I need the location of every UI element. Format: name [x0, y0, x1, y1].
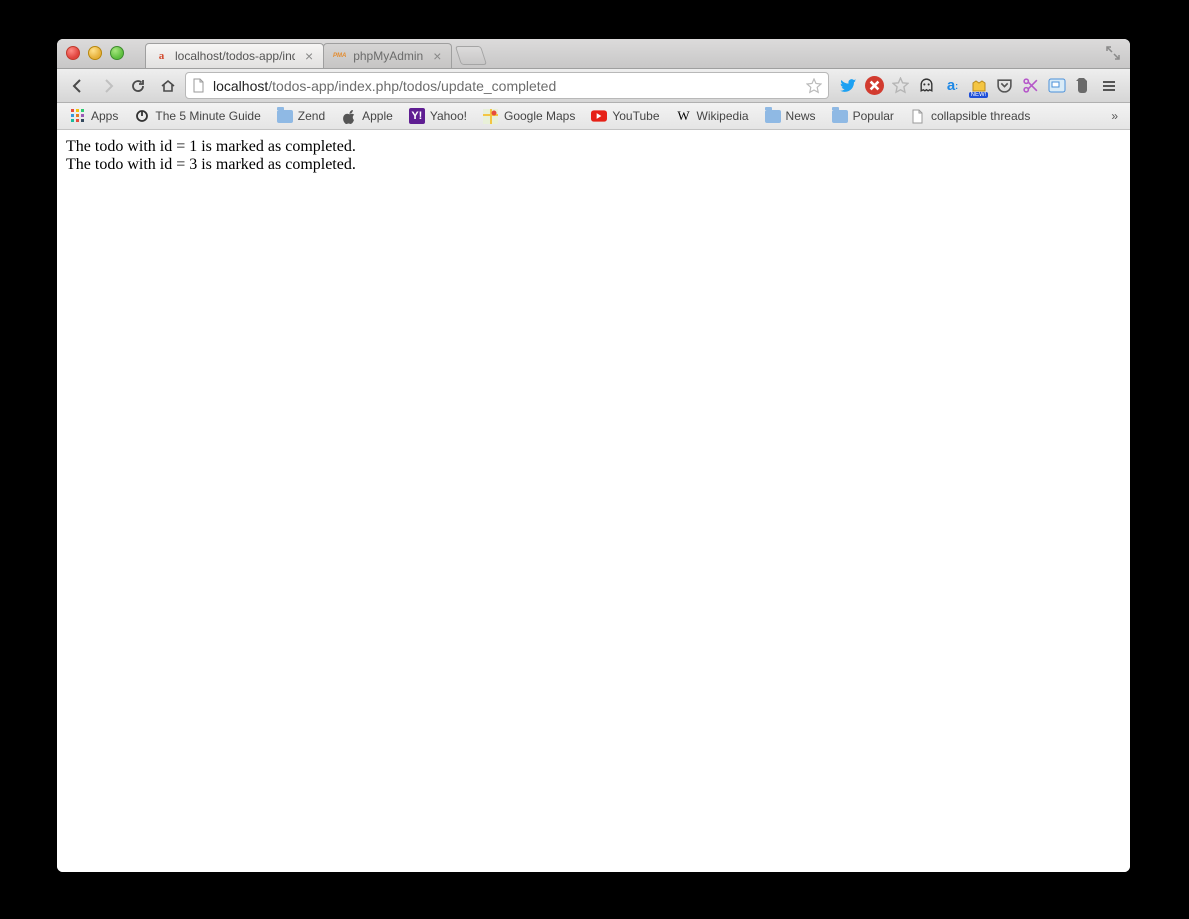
extensions: a: NEW!	[839, 76, 1092, 95]
page-content: The todo with id = 1 is marked as comple…	[57, 130, 1130, 872]
enter-fullscreen-icon[interactable]	[1106, 46, 1120, 60]
url-text: localhost/todos-app/index.php/todos/upda…	[213, 78, 800, 94]
menu-button[interactable]	[1096, 74, 1122, 98]
bookmarks-overflow-button[interactable]: »	[1105, 103, 1124, 129]
bookmark-label: The 5 Minute Guide	[155, 109, 260, 123]
close-tab-icon[interactable]: ×	[433, 49, 441, 63]
tab-favicon: PMA	[332, 49, 347, 64]
bookmark-5minute[interactable]: The 5 Minute Guide	[127, 105, 267, 127]
folder-icon	[832, 108, 848, 124]
bookmark-popular[interactable]: Popular	[825, 105, 901, 127]
new-badge-icon[interactable]: NEW!	[969, 76, 988, 95]
bookmark-label: Apple	[362, 109, 393, 123]
tab-title: localhost/todos-app/index	[175, 49, 295, 63]
forward-button[interactable]	[95, 74, 121, 98]
bookmark-label: Google Maps	[504, 109, 575, 123]
url-host: localhost	[213, 78, 268, 94]
bookmark-label: YouTube	[612, 109, 659, 123]
close-window-button[interactable]	[66, 46, 80, 60]
output-line: The todo with id = 3 is marked as comple…	[66, 156, 1121, 174]
screenshot-icon[interactable]	[1047, 76, 1066, 95]
yahoo-icon: Y!	[409, 108, 425, 124]
toolbar: localhost/todos-app/index.php/todos/upda…	[57, 69, 1130, 103]
bookmark-star-icon[interactable]	[806, 78, 822, 94]
gmaps-icon	[483, 108, 499, 124]
bookmark-label: Wikipedia	[697, 109, 749, 123]
alexa-icon[interactable]: a:	[943, 76, 962, 95]
adblock-icon[interactable]	[865, 76, 884, 95]
folder-icon	[277, 108, 293, 124]
ghostery-icon[interactable]	[917, 76, 936, 95]
address-bar[interactable]: localhost/todos-app/index.php/todos/upda…	[185, 72, 829, 99]
wikipedia-icon: W	[676, 108, 692, 124]
page-icon	[192, 78, 207, 93]
tab-localhost-todos[interactable]: a localhost/todos-app/index ×	[145, 43, 324, 68]
bookmark-label: Popular	[853, 109, 894, 123]
bookmark-apps[interactable]: Apps	[63, 105, 125, 127]
back-button[interactable]	[65, 74, 91, 98]
minimize-window-button[interactable]	[88, 46, 102, 60]
bookmark-label: Apps	[91, 109, 118, 123]
power-icon	[134, 108, 150, 124]
bookmark-zend[interactable]: Zend	[270, 105, 332, 127]
reload-button[interactable]	[125, 74, 151, 98]
bookmark-label: collapsible threads	[931, 109, 1030, 123]
folder-icon	[765, 108, 781, 124]
new-tab-button[interactable]	[455, 46, 487, 65]
bookmark-apple[interactable]: Apple	[334, 105, 400, 127]
bookmarks-bar: Apps The 5 Minute Guide Zend Apple Y! Ya…	[57, 103, 1130, 130]
bookmark-gmaps[interactable]: Google Maps	[476, 105, 582, 127]
evernote-icon[interactable]	[1073, 76, 1092, 95]
bookmark-label: News	[786, 109, 816, 123]
tab-title: phpMyAdmin	[353, 49, 423, 63]
home-button[interactable]	[155, 74, 181, 98]
bookmark-news[interactable]: News	[758, 105, 823, 127]
bookmark-collapsible[interactable]: collapsible threads	[903, 105, 1037, 127]
bookmark-youtube[interactable]: YouTube	[584, 105, 666, 127]
scissors-icon[interactable]	[1021, 76, 1040, 95]
browser-window: a localhost/todos-app/index × PMA phpMyA…	[57, 39, 1130, 872]
twitter-icon[interactable]	[839, 76, 858, 95]
bookmark-yahoo[interactable]: Y! Yahoo!	[402, 105, 474, 127]
tab-phpmyadmin[interactable]: PMA phpMyAdmin ×	[323, 43, 452, 68]
page-icon	[910, 108, 926, 124]
pocket-icon[interactable]	[995, 76, 1014, 95]
output-line: The todo with id = 1 is marked as comple…	[66, 138, 1121, 156]
tab-strip: a localhost/todos-app/index × PMA phpMyA…	[57, 39, 1130, 69]
url-path: /todos-app/index.php/todos/update_comple…	[268, 78, 556, 94]
apple-icon	[341, 108, 357, 124]
close-tab-icon[interactable]: ×	[305, 49, 313, 63]
bookmark-label: Zend	[298, 109, 325, 123]
window-controls	[66, 46, 124, 60]
apps-icon	[70, 108, 86, 124]
youtube-icon	[591, 108, 607, 124]
zoom-window-button[interactable]	[110, 46, 124, 60]
tab-favicon: a	[154, 49, 169, 64]
tabs: a localhost/todos-app/index × PMA phpMyA…	[145, 39, 484, 68]
star-outline-icon[interactable]	[891, 76, 910, 95]
bookmark-label: Yahoo!	[430, 109, 467, 123]
bookmark-wikipedia[interactable]: W Wikipedia	[669, 105, 756, 127]
